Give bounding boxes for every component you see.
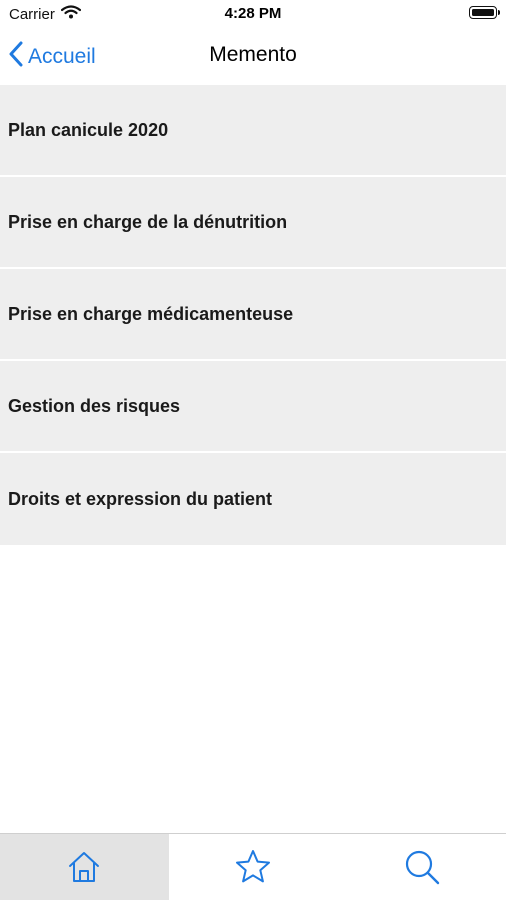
status-right xyxy=(469,6,500,19)
list-item[interactable]: Plan canicule 2020 xyxy=(0,85,506,177)
list-item[interactable]: Droits et expression du patient xyxy=(0,453,506,545)
navigation-bar: Accueil Memento xyxy=(0,30,506,85)
tab-bar xyxy=(0,833,506,900)
tab-favorites[interactable] xyxy=(169,834,338,900)
tab-home[interactable] xyxy=(0,834,169,900)
list-item[interactable]: Prise en charge de la dénutrition xyxy=(0,177,506,269)
list-item-label: Gestion des risques xyxy=(8,395,181,416)
list-item-label: Droits et expression du patient xyxy=(8,488,273,509)
list-item-label: Prise en charge médicamenteuse xyxy=(8,303,294,324)
status-time: 4:28 PM xyxy=(224,5,282,22)
memento-list: Plan canicule 2020 Prise en charge de la… xyxy=(0,85,506,545)
list-item[interactable]: Prise en charge médicamenteuse xyxy=(0,269,506,361)
page-title: Memento xyxy=(209,43,297,66)
home-icon xyxy=(66,849,102,885)
status-bar: Carrier 4:28 PM xyxy=(0,0,506,30)
star-icon xyxy=(234,849,272,885)
list-item-label: Prise en charge de la dénutrition xyxy=(8,211,288,232)
battery-icon xyxy=(469,6,500,19)
tab-search[interactable] xyxy=(337,834,506,900)
search-icon xyxy=(403,848,441,886)
list-item-label: Plan canicule 2020 xyxy=(8,119,169,140)
list-item[interactable]: Gestion des risques xyxy=(0,361,506,453)
